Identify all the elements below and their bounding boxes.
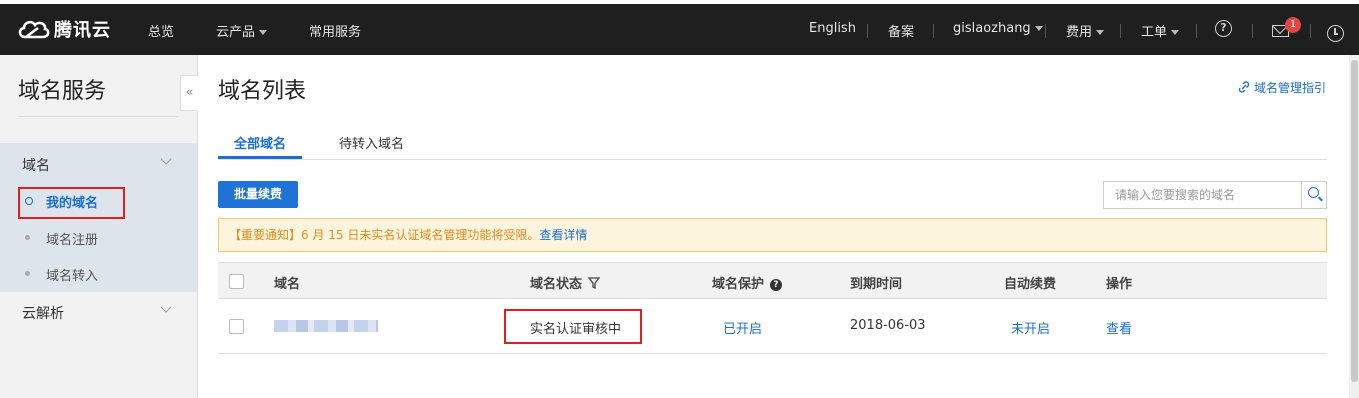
sidebar-group-domain-label[interactable]: 域名 (22, 155, 50, 175)
col-expiry: 到期时间 (850, 277, 903, 292)
highlight-box-status (504, 309, 642, 344)
highlight-box-my-domains (18, 187, 125, 219)
sidebar-group-dns[interactable]: 云解析 (22, 303, 64, 323)
filter-icon[interactable] (588, 277, 601, 289)
col-domain: 域名 (274, 277, 301, 292)
language-switch[interactable]: English (809, 21, 856, 36)
brand-name: 腾讯云 (54, 20, 111, 41)
help-icon[interactable]: ? (1215, 20, 1232, 37)
domain-name-redacted[interactable] (274, 320, 378, 332)
divider (867, 24, 868, 38)
active-tab-indicator (218, 156, 302, 159)
search-icon-handle (1318, 196, 1323, 202)
search-box (1103, 181, 1327, 209)
username: gislaozhang (953, 21, 1031, 36)
divider (1310, 24, 1311, 38)
ticket-menu[interactable]: 工单 (1141, 21, 1180, 40)
divider (1120, 24, 1121, 38)
guide-link-label: 域名管理指引 (1254, 81, 1327, 95)
top-nav-bar: 腾讯云 总览 云产品 常用服务 English 备案 gislaozhang 费… (0, 0, 1359, 55)
chevron-down-icon (1034, 26, 1043, 31)
clock-icon[interactable] (1327, 25, 1344, 42)
chevron-down-icon (1171, 30, 1180, 35)
table-row: 实名认证审核中 已开启 2018-06-03 未开启 查看 (218, 299, 1327, 354)
bullet-dot-icon (25, 271, 30, 276)
protection-status-link[interactable]: 已开启 (723, 318, 762, 337)
col-protection: 域名保护? (712, 273, 783, 292)
sidebar-title: 域名服务 (18, 79, 107, 104)
divider (1252, 24, 1253, 38)
batch-renew-button[interactable]: 批量续费 (218, 181, 298, 208)
select-all-checkbox[interactable] (229, 274, 244, 289)
mail-badge: 1 (1285, 17, 1301, 33)
guide-link[interactable]: 域名管理指引 (1237, 79, 1326, 96)
billing-menu[interactable]: 费用 (1066, 21, 1105, 40)
tab-all-domains[interactable]: 全部域名 (234, 133, 286, 152)
divider (1196, 24, 1197, 38)
bullet-dot-icon (25, 235, 30, 240)
nav-cloud-products[interactable]: 云产品 (216, 21, 268, 40)
search-button[interactable] (1301, 182, 1327, 208)
search-input[interactable] (1104, 182, 1300, 208)
col-status[interactable]: 域名状态 (530, 273, 601, 292)
chevron-down-icon[interactable] (160, 153, 172, 165)
ticket-label: 工单 (1141, 25, 1168, 40)
chevron-down-icon (259, 30, 268, 35)
search-icon (1308, 187, 1319, 198)
sidebar-item-domain-transfer[interactable]: 域名转入 (46, 265, 98, 284)
col-auto-renew: 自动续费 (1004, 277, 1057, 292)
link-icon (1238, 81, 1250, 93)
cloud-logo-icon (18, 20, 50, 39)
divider (933, 24, 934, 38)
sidebar-collapse-button[interactable]: « (180, 75, 198, 111)
question-circle-icon[interactable]: ? (770, 279, 783, 291)
chevron-down-icon[interactable] (160, 301, 172, 313)
col-protection-label: 域名保护 (712, 277, 765, 292)
brand-logo[interactable]: 腾讯云 (16, 16, 111, 42)
nav-cloud-products-label: 云产品 (216, 25, 256, 40)
notice-banner: 【重要通知】6 月 15 日未实名认证域名管理功能将受限。查看详情 (218, 218, 1327, 252)
row-checkbox[interactable] (229, 319, 244, 334)
nav-overview[interactable]: 总览 (148, 21, 174, 40)
col-status-label: 域名状态 (530, 277, 583, 292)
tab-pending-transfer[interactable]: 待转入域名 (339, 133, 404, 152)
col-actions: 操作 (1106, 277, 1133, 292)
auto-renew-link[interactable]: 未开启 (1011, 318, 1050, 337)
tab-divider (218, 159, 1327, 160)
view-link[interactable]: 查看 (1106, 318, 1132, 337)
nav-common-services[interactable]: 常用服务 (309, 21, 361, 40)
notice-detail-link[interactable]: 查看详情 (539, 228, 587, 242)
scrollbar-thumb[interactable] (1351, 60, 1358, 382)
divider (1045, 24, 1046, 38)
user-menu[interactable]: gislaozhang (953, 21, 1043, 36)
table-header: 域名 域名状态 域名保护? 到期时间 自动续费 操作 (218, 262, 1327, 299)
nav-beian[interactable]: 备案 (888, 21, 914, 40)
notice-text: 【重要通知】6 月 15 日未实名认证域名管理功能将受限。 (229, 228, 540, 242)
divider (18, 116, 178, 117)
page-title: 域名列表 (218, 79, 307, 104)
billing-label: 费用 (1066, 25, 1093, 40)
sidebar-item-domain-register[interactable]: 域名注册 (46, 229, 98, 248)
expiry-date: 2018-06-03 (850, 318, 926, 333)
sidebar: 域名服务 域名 我的域名 域名注册 域名转入 云解析 (0, 55, 198, 398)
chevron-down-icon (1096, 30, 1105, 35)
